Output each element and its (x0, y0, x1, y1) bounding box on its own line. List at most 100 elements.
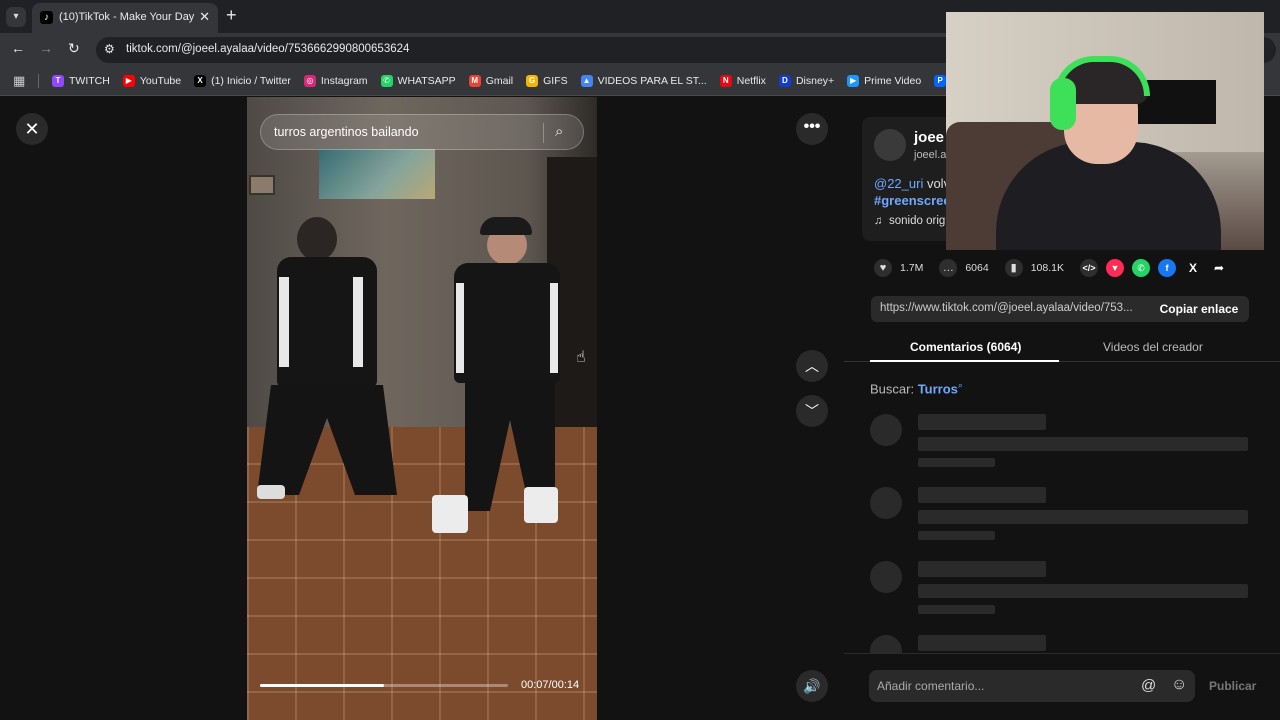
search-icon[interactable]: ⌕ (555, 123, 563, 140)
facebook-icon[interactable]: f (1157, 259, 1176, 277)
search-suggestion[interactable]: Buscar: Turros⌕ (870, 380, 963, 396)
bookmark-favicon-icon: M (468, 75, 481, 87)
video-search-bar[interactable]: turros argentinos bailando ⌕ (260, 114, 584, 150)
comment-composer: Añadir comentario... @ ☺ Publicar (844, 653, 1280, 720)
back-icon[interactable]: ← (11, 40, 25, 56)
volume-button[interactable]: 🔊 (796, 670, 828, 702)
bookmark-item[interactable]: D Disney+ (778, 75, 835, 87)
tiktok-icon: ♪ (40, 11, 53, 24)
emoji-icon[interactable]: ☺ (1171, 676, 1187, 694)
dancer-left (257, 217, 397, 547)
active-tab-underline (870, 360, 1059, 362)
bookmark-label: Gmail (485, 75, 514, 87)
save-button[interactable]: ▮ 108.1K (1004, 259, 1064, 277)
bookmark-label: TWITCH (69, 75, 110, 87)
wall-frame (249, 175, 275, 195)
next-video-button[interactable]: ﹀ (796, 395, 828, 427)
mention-link[interactable]: @22_uri (874, 176, 923, 191)
close-icon: ✕ (24, 119, 40, 139)
creator-name[interactable]: joee (914, 129, 944, 146)
bookmark-favicon-icon: N (719, 75, 732, 87)
sound-name: sonido orig (889, 215, 946, 227)
publish-button[interactable]: Publicar (1209, 679, 1256, 693)
bookmark-favicon-icon: P (934, 75, 947, 87)
bookmark-label: (1) Inicio / Twitter (211, 75, 291, 87)
bookmarks-separator (38, 74, 39, 88)
site-info-icon[interactable]: ⚙ (104, 42, 115, 56)
video-player[interactable]: 00:07/00:14 (247, 97, 597, 720)
bookmark-label: VIDEOS PARA EL ST... (597, 75, 707, 87)
tab-creator-videos[interactable]: Videos del creador (1103, 340, 1203, 354)
like-button[interactable]: ♥ 1.7M (874, 259, 923, 277)
music-note-icon: ♫ (874, 215, 883, 227)
action-bar: ♥ 1.7M … 6064 ▮ 108.1K </> ▼ ✆ f X ➦ (874, 259, 1228, 277)
bookmark-item[interactable]: T TWITCH (52, 75, 110, 87)
bookmark-favicon-icon: ▲ (580, 75, 593, 87)
mouse-cursor-icon: ☝ (576, 349, 586, 366)
bookmark-favicon-icon: X (194, 75, 207, 87)
x-icon[interactable]: X (1184, 259, 1202, 277)
previous-video-button[interactable]: ︿ (796, 350, 828, 382)
bookmark-item[interactable]: N Netflix (719, 75, 766, 87)
copy-link-button[interactable]: Copiar enlace (1149, 296, 1249, 322)
speaker-icon: 🔊 (803, 678, 821, 694)
bookmark-item[interactable]: ▶ Prime Video (847, 75, 921, 87)
comment-input[interactable]: Añadir comentario... @ ☺ (869, 670, 1195, 702)
dancer-right (432, 217, 572, 547)
browser-tab[interactable]: ♪ (10)TikTok - Make Your Day ✕ (32, 3, 218, 33)
bookmark-item[interactable]: ▶ YouTube (122, 75, 181, 87)
whatsapp-icon[interactable]: ✆ (1131, 259, 1150, 277)
close-tab-icon[interactable]: ✕ (199, 9, 210, 25)
bookmark-item[interactable]: X (1) Inicio / Twitter (194, 75, 291, 87)
bookmark-label: Prime Video (864, 75, 922, 87)
save-count: 108.1K (1030, 262, 1064, 274)
more-options-button[interactable]: ••• (796, 113, 828, 145)
bookmark-item[interactable]: ◎ Instagram (303, 75, 368, 87)
send-icon[interactable]: ▼ (1105, 259, 1124, 277)
bookmark-label: GIFS (543, 75, 568, 87)
more-icon: ••• (803, 118, 821, 135)
tab-search-dropdown[interactable]: ▾ (6, 7, 26, 27)
search-divider (543, 123, 544, 143)
forward-icon[interactable]: → (39, 40, 53, 56)
video-time: 00:07/00:14 (521, 679, 580, 691)
comment-button[interactable]: … 6064 (939, 259, 989, 277)
comment-icon: … (939, 259, 958, 277)
bookmark-favicon-icon: ✆ (380, 75, 393, 87)
bookmark-item[interactable]: M Gmail (468, 75, 514, 87)
chevron-down-icon: ﹀ (805, 403, 819, 419)
bookmark-item[interactable]: ✆ WHATSAPP (380, 75, 456, 87)
creator-handle[interactable]: joeel.a (914, 149, 946, 161)
search-small-icon: ⌕ (957, 380, 963, 390)
reload-icon[interactable]: ↻ (68, 40, 80, 57)
embed-icon[interactable]: </> (1079, 259, 1098, 277)
search-suggestion-term[interactable]: Turros (918, 381, 958, 396)
hashtag-link[interactable]: #greenscree (874, 193, 951, 208)
share-arrow-icon[interactable]: ➦ (1210, 259, 1228, 277)
apps-grid-icon[interactable]: ▦ (13, 73, 25, 89)
search-query[interactable]: turros argentinos bailando (274, 125, 419, 139)
at-mention-icon[interactable]: @ (1141, 677, 1156, 694)
search-suggestion-label: Buscar: (870, 381, 915, 397)
bookmark-label: Instagram (320, 75, 368, 87)
bookmark-label: Disney+ (795, 75, 835, 87)
url-text[interactable]: tiktok.com/@joeel.ayalaa/video/753666299… (126, 43, 409, 55)
bookmark-label: Netflix (736, 75, 766, 87)
share-link-text[interactable]: https://www.tiktok.com/@joeel.ayalaa/vid… (880, 302, 1142, 314)
bookmark-label: WHATSAPP (397, 75, 456, 87)
new-tab-button[interactable]: + (226, 5, 237, 26)
sound-link[interactable]: ♫ sonido orig (874, 215, 945, 227)
tab-title: (10)TikTok - Make Your Day (59, 11, 195, 23)
share-link-box: https://www.tiktok.com/@joeel.ayalaa/vid… (871, 296, 1249, 322)
video-progress-bar[interactable] (260, 684, 508, 687)
tab-comments[interactable]: Comentarios (6064) (910, 340, 1021, 354)
close-video-button[interactable]: ✕ (16, 113, 48, 145)
wall-poster (319, 149, 435, 199)
bookmark-favicon-icon: ▶ (122, 75, 135, 87)
bookmark-item[interactable]: G GIFS (526, 75, 568, 87)
bookmark-item[interactable]: ▲ VIDEOS PARA EL ST... (580, 75, 707, 87)
avatar[interactable] (874, 129, 906, 161)
bookmark-favicon-icon: ▶ (847, 75, 860, 87)
comment-placeholder: Añadir comentario... (877, 679, 985, 693)
comment-skeleton (870, 487, 1250, 547)
